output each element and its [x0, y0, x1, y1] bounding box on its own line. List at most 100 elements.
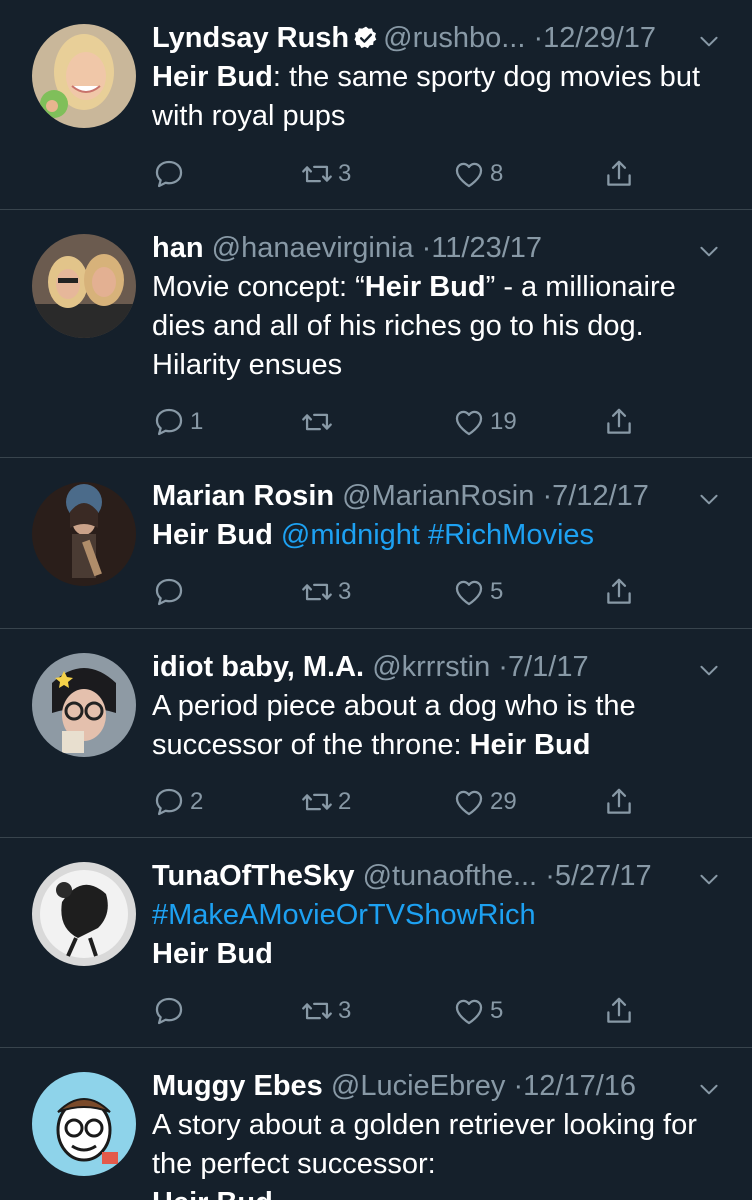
author-handle[interactable]: @rushbo... [383, 22, 525, 54]
tweet-date[interactable]: 7/1/17 [508, 651, 589, 683]
reply-button[interactable]: 1 [152, 402, 203, 442]
retweet-icon [300, 405, 334, 439]
tweet-item[interactable]: Marian Rosin @MarianRosin ·7/12/17 Heir … [0, 458, 752, 629]
tweet-text: Heir Bud: the same sporty dog movies but… [152, 58, 728, 136]
author-name[interactable]: Lyndsay Rush [152, 22, 349, 54]
reply-button[interactable] [152, 991, 190, 1031]
separator-dot: · [542, 480, 553, 512]
chevron-down-icon[interactable] [696, 657, 722, 683]
separator-dot: · [533, 22, 544, 54]
hashtag-link[interactable]: #MakeAMovieOrTVShowRich [152, 899, 536, 931]
like-icon [452, 785, 486, 819]
avatar[interactable] [32, 653, 136, 757]
bold-text: Heir Bud [469, 729, 591, 761]
like-count: 29 [490, 788, 517, 815]
reply-icon [152, 157, 186, 191]
retweet-icon [300, 157, 334, 191]
tweet-text: A period piece about a dog who is the su… [152, 687, 728, 765]
share-icon [602, 157, 636, 191]
separator-dot: · [421, 232, 432, 264]
chevron-down-icon[interactable] [696, 238, 722, 264]
author-name[interactable]: Muggy Ebes [152, 1070, 323, 1102]
tweet-date[interactable]: 11/23/17 [431, 232, 542, 264]
reply-button[interactable]: 2 [152, 782, 203, 822]
like-button[interactable]: 5 [452, 991, 503, 1031]
tweet-header: TunaOfTheSky @tunaofthe... ·5/27/17 [152, 858, 682, 894]
retweet-button[interactable]: 2 [300, 782, 351, 822]
reply-button[interactable] [152, 572, 190, 612]
author-handle[interactable]: @tunaofthe... [363, 860, 538, 892]
reply-icon [152, 994, 186, 1028]
author-name[interactable]: TunaOfTheSky [152, 860, 355, 892]
like-button[interactable]: 29 [452, 782, 517, 822]
retweet-count: 3 [338, 160, 352, 187]
retweet-count: 3 [338, 578, 352, 605]
chevron-down-icon[interactable] [696, 1076, 722, 1102]
retweet-button[interactable]: 3 [300, 154, 351, 194]
retweet-icon [300, 994, 334, 1028]
reply-button[interactable] [152, 154, 190, 194]
share-icon [602, 785, 636, 819]
avatar[interactable] [32, 862, 136, 966]
author-name[interactable]: han [152, 232, 204, 264]
like-button[interactable]: 19 [452, 402, 517, 442]
reply-count: 2 [190, 788, 204, 815]
share-button[interactable] [602, 572, 636, 612]
author-handle[interactable]: @hanaevirginia [212, 232, 414, 264]
tweet-date[interactable]: 12/29/17 [543, 22, 656, 54]
bold-text: Heir Bud [152, 519, 273, 551]
author-handle[interactable]: @MarianRosin [342, 480, 534, 512]
avatar[interactable] [32, 234, 136, 338]
retweet-button[interactable] [300, 402, 338, 442]
chevron-down-icon[interactable] [696, 866, 722, 892]
mention-link[interactable]: @midnight [281, 519, 420, 551]
author-name[interactable]: Marian Rosin [152, 480, 334, 512]
retweet-button[interactable]: 3 [300, 572, 351, 612]
chevron-down-icon[interactable] [696, 28, 722, 54]
tweet-actions: 2 2 29 [152, 782, 752, 822]
like-icon [452, 575, 486, 609]
author-handle[interactable]: @LucieEbrey [331, 1070, 506, 1102]
retweet-button[interactable]: 3 [300, 991, 351, 1031]
hashtag-link[interactable]: #RichMovies [428, 519, 594, 551]
separator-dot: · [545, 860, 555, 892]
tweet-header: Muggy Ebes @LucieEbrey ·12/17/16 [152, 1068, 682, 1104]
like-button[interactable]: 8 [452, 154, 503, 194]
tweet-text: A story about a golden retriever looking… [152, 1106, 728, 1200]
tweet-date[interactable]: 12/17/16 [523, 1070, 636, 1102]
share-button[interactable] [602, 782, 636, 822]
tweet-actions: 3 5 [152, 991, 752, 1031]
verified-badge-icon [353, 25, 379, 51]
like-icon [452, 157, 486, 191]
tweet-item[interactable]: idiot baby, M.A. @krrrstin ·7/1/17 A per… [0, 629, 752, 838]
tweet-actions: 3 5 [152, 572, 752, 612]
retweet-icon [300, 575, 334, 609]
share-icon [602, 575, 636, 609]
tweet-date[interactable]: 5/27/17 [555, 860, 652, 892]
share-icon [602, 405, 636, 439]
share-button[interactable] [602, 402, 636, 442]
bold-text: Heir Bud [152, 61, 273, 93]
avatar[interactable] [32, 24, 136, 128]
tweet-actions: 1 19 [152, 402, 752, 442]
separator-dot: · [513, 1070, 524, 1102]
chevron-down-icon[interactable] [696, 486, 722, 512]
bold-text: Heir Bud [152, 1187, 273, 1200]
tweet-text: Heir Bud @midnight #RichMovies [152, 516, 728, 555]
tweet-actions: 3 8 [152, 154, 752, 194]
tweet-item[interactable]: TunaOfTheSky @tunaofthe... ·5/27/17 #Mak… [0, 838, 752, 1048]
share-button[interactable] [602, 991, 636, 1031]
author-handle[interactable]: @krrrstin [372, 651, 490, 683]
avatar[interactable] [32, 482, 136, 586]
tweet-header: idiot baby, M.A. @krrrstin ·7/1/17 [152, 649, 682, 685]
author-name[interactable]: idiot baby, M.A. [152, 651, 364, 683]
like-icon [452, 994, 486, 1028]
tweet-item[interactable]: Muggy Ebes @LucieEbrey ·12/17/16 A story… [0, 1048, 752, 1200]
like-button[interactable]: 5 [452, 572, 503, 612]
share-button[interactable] [602, 154, 636, 194]
avatar[interactable] [32, 1072, 136, 1176]
bold-text: Heir Bud [364, 271, 486, 303]
tweet-item[interactable]: Lyndsay Rush @rushbo... ·12/29/17 Heir Bu… [0, 0, 752, 210]
tweet-item[interactable]: han @hanaevirginia ·11/23/17 Movie conce… [0, 210, 752, 458]
tweet-date[interactable]: 7/12/17 [552, 480, 649, 512]
